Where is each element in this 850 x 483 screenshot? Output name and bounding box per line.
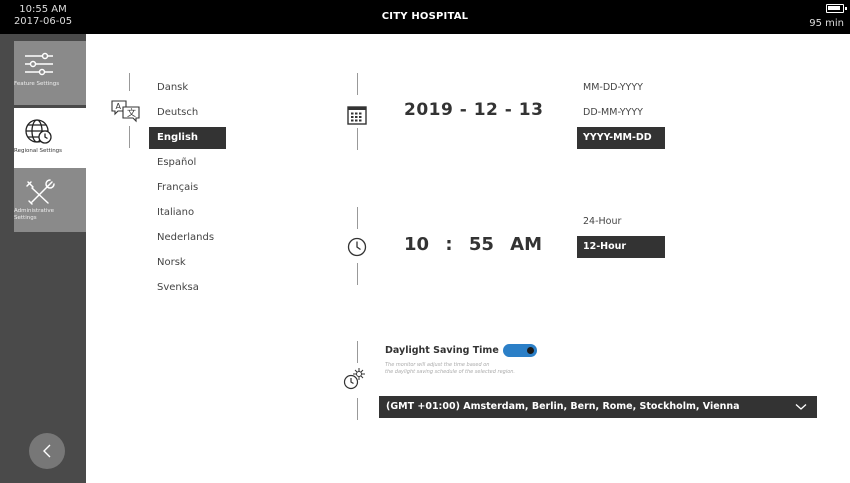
language-option[interactable]: Svenksa (149, 277, 226, 299)
sliders-icon (25, 52, 53, 76)
time-ampm: AM (510, 234, 543, 255)
dst-description-line: the daylight saving schedule of the sele… (385, 369, 516, 375)
globe-clock-icon (25, 119, 52, 144)
dst-description-line: The monitor will adjust the time based o… (385, 362, 490, 368)
divider (357, 341, 358, 363)
date-value[interactable]: 2019 - 12 - 13 (404, 100, 543, 120)
time-separator: : (445, 234, 453, 255)
translate-icon: A 文 (111, 100, 140, 123)
date-format-option[interactable]: YYYY-MM-DD (577, 127, 665, 149)
sidebar-item-label: Feature Settings (14, 81, 60, 87)
divider (357, 73, 358, 95)
language-option[interactable]: Norsk (149, 252, 226, 274)
battery-fill (828, 6, 840, 10)
toggle-knob (527, 347, 534, 354)
time-hour: 10 (404, 234, 430, 255)
svg-text:A: A (116, 102, 122, 111)
calendar-icon (347, 106, 367, 125)
timezone-value: (GMT +01:00) Amsterdam, Berlin, Bern, Ro… (386, 401, 740, 412)
language-option[interactable]: Deutsch (149, 102, 226, 124)
sidebar-item-administrative-settings[interactable]: Administrative Settings (14, 168, 86, 232)
sidebar-item-label: Administrative Settings (14, 208, 55, 221)
divider (129, 73, 130, 91)
tools-icon (26, 179, 55, 205)
top-bar: 10:55 AM 2017-06-05 CITY HOSPITAL 95 min (0, 0, 850, 34)
language-option[interactable]: Nederlands (149, 227, 226, 249)
language-option[interactable]: English (149, 127, 226, 149)
battery-remaining: 95 min (809, 18, 844, 29)
back-button[interactable] (29, 433, 65, 469)
clock-icon (347, 237, 367, 257)
language-option[interactable]: Dansk (149, 77, 226, 99)
chevron-down-icon (795, 404, 807, 410)
divider (129, 126, 130, 148)
language-option[interactable]: Français (149, 177, 226, 199)
language-option[interactable]: Español (149, 152, 226, 174)
svg-text:文: 文 (127, 107, 136, 119)
chevron-left-icon (43, 444, 51, 458)
battery-icon (826, 4, 847, 13)
time-value[interactable]: 10 : 55 AM (404, 234, 542, 255)
dst-description: The monitor will adjust the time based o… (385, 362, 585, 376)
sidebar-item-label: Regional Settings (14, 148, 63, 154)
time-format-option[interactable]: 12-Hour (577, 236, 665, 258)
dst-toggle[interactable] (503, 344, 537, 357)
dst-label: Daylight Saving Time (385, 345, 499, 356)
time-format-option[interactable]: 24-Hour (577, 211, 665, 233)
timezone-select[interactable]: (GMT +01:00) Amsterdam, Berlin, Bern, Ro… (379, 396, 817, 418)
date-format-option[interactable]: MM-DD-YYYY (577, 77, 665, 99)
time-minute: 55 (468, 234, 494, 255)
sidebar: Feature Settings Regional Settings Admin… (0, 34, 86, 483)
daylight-saving-icon (343, 368, 365, 390)
language-option[interactable]: Italiano (149, 202, 226, 224)
date-format-option[interactable]: DD-MM-YYYY (577, 102, 665, 124)
divider (357, 398, 358, 420)
sidebar-item-feature-settings[interactable]: Feature Settings (14, 41, 86, 105)
divider (357, 128, 358, 150)
app-title: CITY HOSPITAL (381, 11, 469, 22)
divider (357, 263, 358, 285)
divider (357, 207, 358, 229)
sidebar-item-regional-settings[interactable]: Regional Settings (14, 108, 86, 172)
battery-status: 95 min (809, 4, 847, 30)
